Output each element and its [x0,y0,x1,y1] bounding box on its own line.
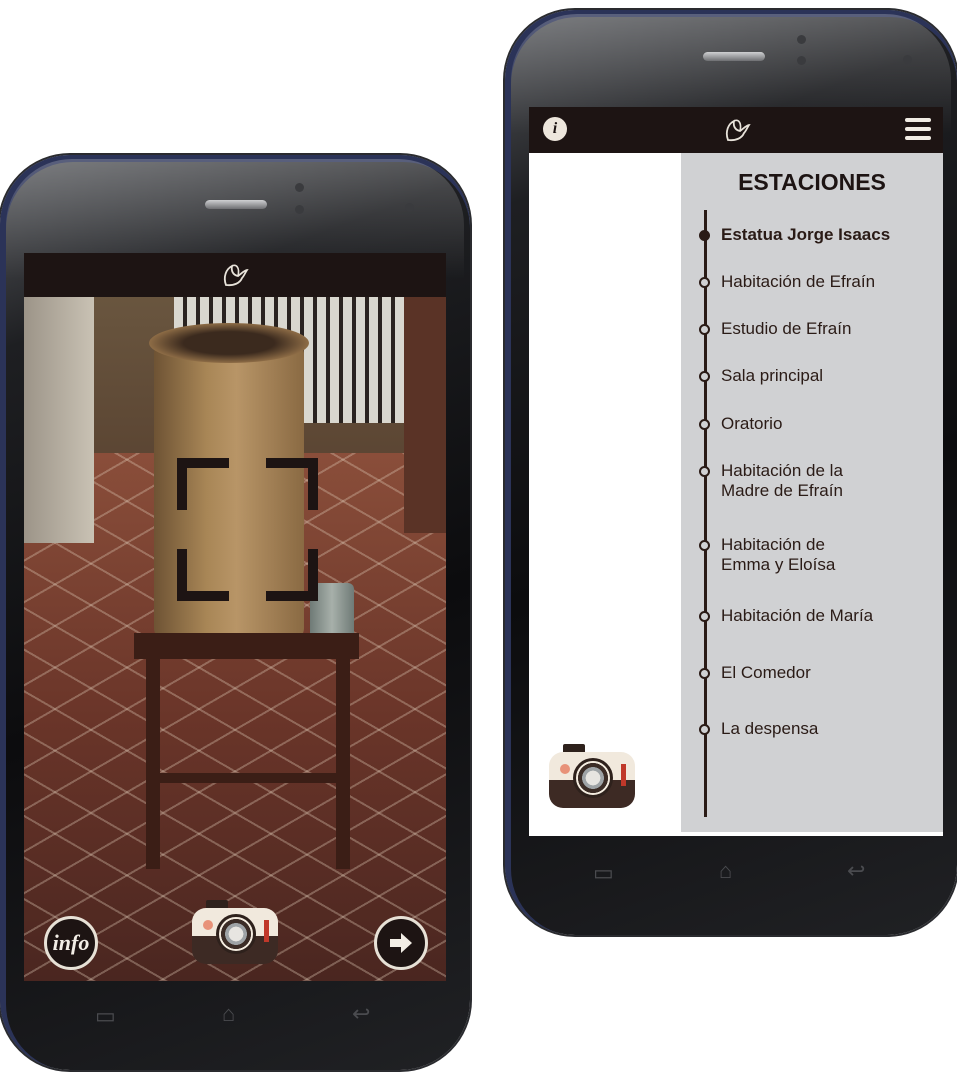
arrow-right-icon [390,933,412,953]
photo-stool-bar [159,773,339,783]
photo-shutter [404,283,446,533]
phone-right: i ESTACIONES Estatua Jorge Isaacs Habita… [505,10,957,935]
station-label: Oratorio [721,414,783,433]
dove-logo-icon [725,119,751,142]
photo-stool-leg [336,659,350,869]
scan-frame-corner [266,458,318,510]
stations-title: ESTACIONES [738,169,886,195]
sensor-dot [797,56,806,65]
photo-stool-leg [146,659,160,869]
timeline-node [699,324,710,335]
scan-frame-corner [266,549,318,601]
home-key[interactable]: ⌂ [719,860,732,882]
timeline-node [699,371,710,382]
station-label: Habitación de Efraín [721,272,876,291]
back-key[interactable]: ↩ [352,1003,370,1025]
timeline-node [699,724,710,735]
timeline-node [699,668,710,679]
photo-pot-rim [149,323,309,363]
sensor-dot [295,183,304,192]
station-label: Habitación de la Madre de Efraín [721,461,843,500]
station-label: Sala principal [721,366,824,385]
station-label: Estatua Jorge Isaacs [721,225,891,244]
timeline-node [699,230,710,241]
timeline-node [699,419,710,430]
phone-left: info ▭ ⌂ ↩ [0,155,470,1070]
recent-apps-key[interactable]: ▭ [593,862,614,884]
station-label: La despensa [721,719,819,738]
top-bar [24,253,446,297]
earpiece-speaker [205,200,267,209]
station-label: Habitación de Emma y Eloísa [721,535,836,574]
stations-panel: ESTACIONES Estatua Jorge Isaacs Habitaci… [681,153,943,832]
earpiece-speaker [703,52,765,61]
station-label: Habitación de María [721,606,874,625]
station-label: Estudio de Efraín [721,319,852,338]
back-key[interactable]: ↩ [847,860,865,882]
timeline-node [699,611,710,622]
front-camera [405,203,414,212]
station-label: El Comedor [721,663,811,682]
home-key[interactable]: ⌂ [222,1003,235,1025]
info-icon[interactable]: i [543,117,567,141]
info-icon-label: i [552,120,558,137]
dove-logo-icon [223,264,249,287]
stations-screen: i ESTACIONES Estatua Jorge Isaacs Habita… [529,107,943,836]
sensor-dot [797,35,806,44]
hamburger-menu-icon[interactable] [905,118,931,140]
timeline-node [699,277,710,288]
recent-apps-key[interactable]: ▭ [95,1005,116,1027]
scan-frame-corner [177,549,229,601]
info-button[interactable]: info [44,916,98,970]
camera-button[interactable] [192,898,278,964]
timeline-node [699,540,710,551]
top-bar: i [529,107,943,153]
camera-button[interactable] [549,742,635,808]
scan-frame-corner [177,458,229,510]
timeline-node [699,466,710,477]
sensor-dot [295,205,304,214]
scanner-screen: info [24,253,446,981]
next-button[interactable] [374,916,428,970]
photo-stool-top [134,633,359,659]
info-button-label: info [52,930,90,955]
front-camera [903,55,912,64]
